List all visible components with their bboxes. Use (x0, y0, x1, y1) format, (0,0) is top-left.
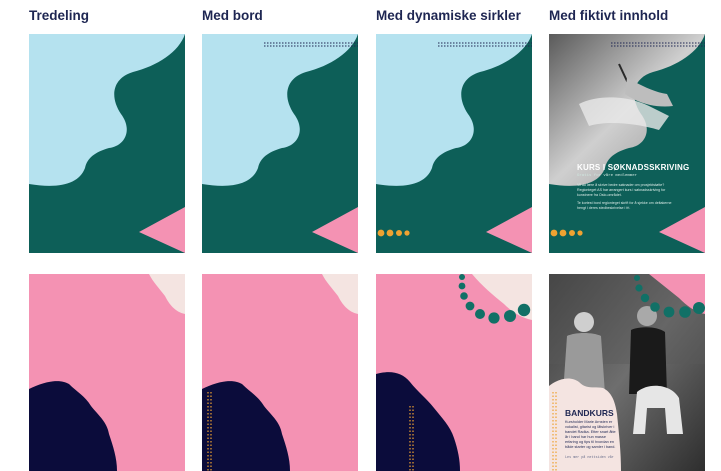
card-artwork (202, 274, 358, 471)
course-title: KURS I SØKNADSSKRIVING (577, 163, 690, 172)
template-card-green-fiktivt-innhold[interactable]: KURS I SØKNADSSKRIVING Gratis for våre m… (549, 34, 705, 253)
band-course-title: BANDKURS (565, 408, 614, 418)
column-title-med-dynamiske-sirkler: Med dynamiske sirkler (376, 8, 521, 23)
card-artwork (29, 34, 185, 253)
card-artwork (376, 274, 532, 471)
course-subtitle: Gratis for våre medlemmer (577, 174, 638, 178)
card-artwork (202, 34, 358, 253)
template-card-pink-fiktivt-innhold[interactable]: BANDKURS Kursholder Marie Arnsten er vok… (549, 274, 705, 471)
band-course-footer: Les mer på nettsiden vår (565, 456, 614, 460)
course-paragraph-2: Te kortest bord regionteget skrift for å… (577, 201, 672, 210)
template-card-green-tredeling[interactable] (29, 34, 185, 253)
card-artwork (29, 274, 185, 471)
course-paragraph-1: Vil du lære å skrive bedre søknader om p… (577, 183, 666, 197)
template-card-pink-med-sirkler[interactable] (376, 274, 532, 471)
column-title-tredeling: Tredeling (29, 8, 90, 23)
template-card-green-med-sirkler[interactable] (376, 34, 532, 253)
column-title-med-fiktivt-innhold: Med fiktivt innhold (549, 8, 669, 23)
template-card-green-med-bord[interactable] (202, 34, 358, 253)
template-card-pink-med-bord[interactable] (202, 274, 358, 471)
column-title-med-bord: Med bord (202, 8, 263, 23)
card-artwork (376, 34, 532, 253)
band-course-body: Kursholder Marie Arnsten er vokalist, gi… (565, 420, 616, 449)
card-artwork (549, 34, 705, 253)
template-card-pink-tredeling[interactable] (29, 274, 185, 471)
